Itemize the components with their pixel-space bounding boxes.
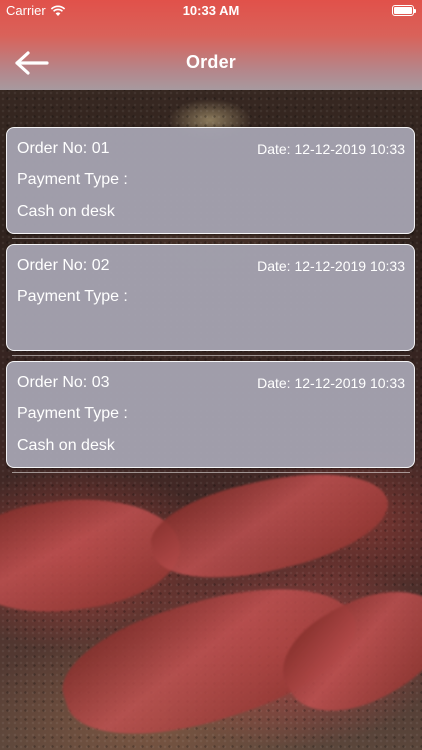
payment-type-value: Cash on desk: [17, 437, 115, 454]
status-time: 10:33 AM: [182, 3, 240, 18]
payment-type-label: Payment Type :: [17, 405, 128, 422]
list-separator: [12, 355, 410, 356]
order-card[interactable]: Order No: 03 Date: 12-12-2019 10:33 Paym…: [6, 361, 415, 468]
order-date: Date: 12-12-2019 10:33: [257, 141, 405, 157]
list-separator: [12, 238, 410, 239]
order-number: Order No: 03: [17, 374, 110, 391]
payment-type-value: Cash on desk: [17, 203, 115, 220]
order-card[interactable]: Order No: 02 Date: 12-12-2019 10:33 Paym…: [6, 244, 415, 351]
order-card[interactable]: Order No: 01 Date: 12-12-2019 10:33 Paym…: [6, 127, 415, 234]
order-number: Order No: 02: [17, 257, 110, 274]
list-separator: [12, 472, 410, 473]
battery-icon: [392, 5, 416, 16]
payment-type-label: Payment Type :: [17, 288, 128, 305]
payment-type-label: Payment Type :: [17, 171, 128, 188]
status-bar: Carrier 10:33 AM: [0, 0, 422, 22]
page-title: Order: [185, 52, 237, 72]
order-date: Date: 12-12-2019 10:33: [257, 258, 405, 274]
order-number: Order No: 01: [17, 140, 110, 157]
order-date: Date: 12-12-2019 10:33: [257, 375, 405, 391]
